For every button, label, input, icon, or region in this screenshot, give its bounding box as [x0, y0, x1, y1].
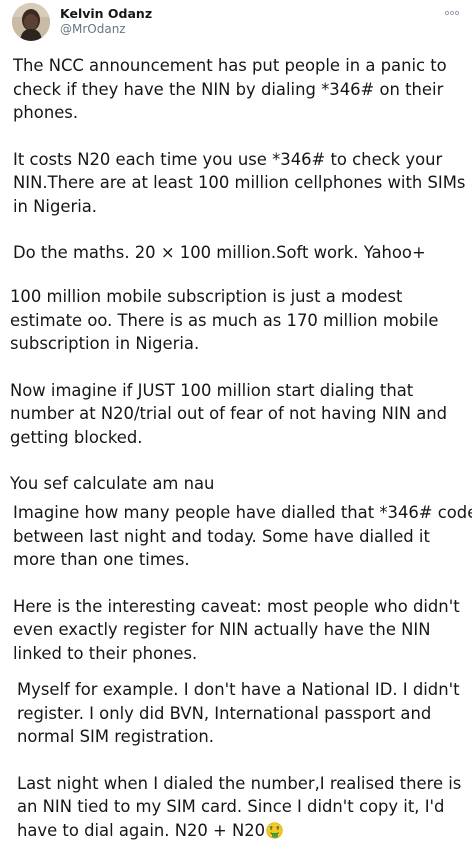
tweet-line: The NCC announcement has put people in a…: [13, 56, 447, 75]
tweet-line: an NIN tied to my SIM card. Since I didn…: [17, 797, 445, 816]
tweet-line: have to dial again. N20 + N20: [17, 820, 266, 840]
tweet-line: register. I only did BVN, International …: [17, 703, 432, 723]
profile-photo-icon: [12, 3, 50, 41]
tweet-line: Now imagine if JUST 100 million start di…: [10, 380, 414, 400]
tweet-line: Imagine how many people have dialled tha…: [13, 503, 472, 522]
author-handle[interactable]: @MrOdanz: [60, 22, 126, 36]
tweet-line: getting blocked.: [10, 427, 143, 447]
more-options-icon[interactable]: [444, 8, 460, 18]
tweet-line: Do the maths. 20 × 100 million.Soft work…: [13, 243, 426, 262]
tweet-line: linked to their phones.: [13, 643, 198, 663]
tweet-line: Myself for example. I don't have a Natio…: [17, 680, 460, 699]
author-name[interactable]: Kelvin Odanz: [60, 6, 152, 21]
tweet-text-2: 100 million mobile subscription is just …: [10, 285, 472, 496]
tweet-line: between last night and today. Some have …: [13, 526, 430, 546]
tweet-last-line: have to dial again. N20 + N20: [17, 819, 472, 843]
tweet-line: check if they have the NIN by dialing *3…: [13, 79, 444, 99]
tweet-line: subscription in Nigeria.: [10, 334, 200, 353]
avatar[interactable]: [12, 3, 50, 41]
tweet-line: Last night when I dialed the number,I re…: [17, 773, 462, 793]
tweet-line: normal SIM registration.: [17, 727, 215, 746]
tweet-line: even exactly register for NIN actually h…: [13, 620, 431, 639]
tweet-line: in Nigeria.: [13, 196, 98, 216]
tweet-text-4: Myself for example. I don't have a Natio…: [17, 678, 472, 842]
tweet-line: more than one times.: [13, 550, 190, 569]
tweet-line: 100 million mobile subscription is just …: [10, 287, 403, 306]
tweet-line: phones.: [13, 103, 79, 122]
tweet-text-1: The NCC announcement has put people in a…: [13, 54, 472, 265]
tweet-line: Here is the interesting caveat: most peo…: [13, 596, 460, 616]
tweet-line: You sef calculate am nau: [10, 474, 215, 493]
tweet-line: estimate oo. There is as much as 170 mil…: [10, 310, 439, 330]
money-mouth-face-emoji-icon: [266, 821, 283, 839]
tweet-line: number at N20/trial out of fear of not h…: [10, 404, 448, 423]
tweet-line: It costs N20 each time you use *346# to …: [13, 149, 443, 169]
tweet-line: NIN.There are at least 100 million cellp…: [13, 173, 466, 192]
tweet-header: Kelvin Odanz @MrOdanz: [0, 0, 472, 50]
tweet-text-3: Imagine how many people have dialled tha…: [13, 501, 472, 665]
